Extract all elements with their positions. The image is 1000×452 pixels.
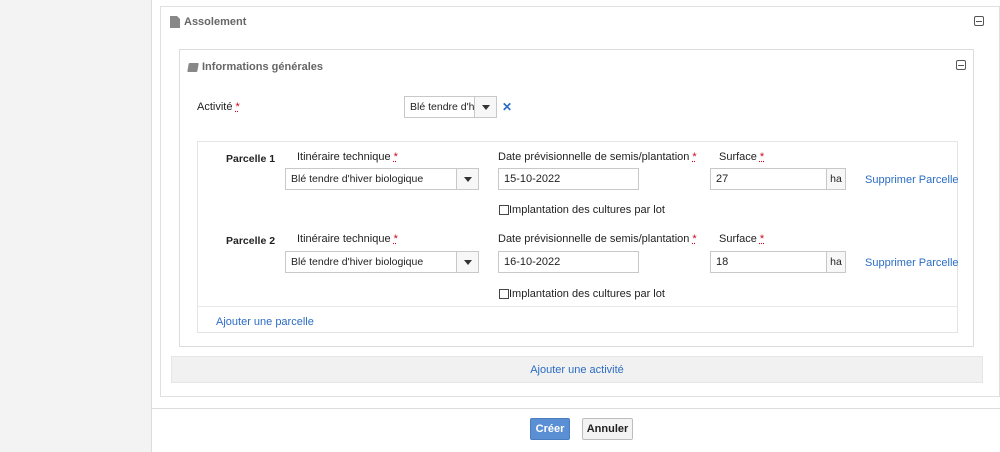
clear-activity-icon[interactable]: ✕: [502, 100, 512, 114]
parcel-1-surface-input[interactable]: 27: [710, 168, 827, 190]
parcel-1-lot-checkbox[interactable]: [499, 205, 509, 215]
parcel-1-date-label-wrap: Date prévisionnelle de semis/plantation *: [498, 151, 697, 163]
parcel-1-itinerary-arrow[interactable]: [456, 169, 478, 189]
parcel-1-date-input[interactable]: 15-10-2022: [498, 168, 639, 190]
parcel-1-surface-label-wrap: Surface *: [719, 151, 764, 163]
parcel-2-surface-label-wrap: Surface *: [719, 233, 764, 245]
parcel-2-itinerary-value: Blé tendre d'hiver biologique: [291, 256, 424, 268]
parcel-2-date-input[interactable]: 16-10-2022: [498, 251, 639, 273]
parcel-2-date-label: Date prévisionnelle de semis/plantation: [498, 233, 690, 245]
required-marker: *: [692, 233, 697, 245]
document-icon: [170, 16, 180, 28]
parcel-1-date-label: Date prévisionnelle de semis/plantation: [498, 151, 690, 163]
parcel-2-itinerary-label: Itinéraire technique: [297, 233, 391, 245]
parcel-1-unit: ha: [827, 168, 846, 190]
assolement-title: Assolement: [184, 16, 247, 28]
parcel-2-delete-link[interactable]: Supprimer Parcelle: [865, 257, 959, 269]
parcel-2-date-label-wrap: Date prévisionnelle de semis/plantation *: [498, 233, 697, 245]
book-icon: [187, 62, 199, 72]
parcel-1-lot-label: Implantation des cultures par lot: [509, 204, 665, 216]
activity-label: Activité: [197, 101, 233, 113]
parcel-2-title: Parcelle 2: [226, 235, 276, 247]
activity-dropdown-arrow[interactable]: [474, 97, 496, 117]
required-marker: *: [692, 151, 697, 163]
parcel-2-surface-label: Surface: [719, 233, 757, 245]
footer-divider: [152, 408, 1000, 409]
parcel-2-itinerary-arrow[interactable]: [456, 252, 478, 272]
left-gutter: [0, 0, 152, 452]
parcel-1-lot-option: Implantation des cultures par lot: [499, 204, 665, 216]
parcel-1-itinerary-value: Blé tendre d'hiver biologique: [291, 173, 424, 185]
parcel-1-itinerary-label-wrap: Itinéraire technique *: [297, 151, 398, 163]
info-header: Informations générales: [187, 61, 324, 73]
chevron-down-icon: [463, 176, 472, 182]
parcel-2-lot-checkbox[interactable]: [499, 289, 509, 299]
required-marker: *: [235, 101, 240, 113]
parcel-1-itinerary-select[interactable]: Blé tendre d'hiver biologique: [285, 168, 479, 190]
parcel-1-delete-link[interactable]: Supprimer Parcelle: [865, 174, 959, 186]
required-marker: *: [393, 151, 398, 163]
add-activity-link[interactable]: Ajouter une activité: [530, 364, 624, 376]
section-top-border: [160, 6, 1000, 7]
parcel-1-surface-label: Surface: [719, 151, 757, 163]
required-marker: *: [393, 233, 398, 245]
required-marker: *: [759, 151, 765, 163]
parcel-2-unit: ha: [827, 251, 846, 273]
parcel-2-lot-option: Implantation des cultures par lot: [499, 288, 665, 300]
parcel-1-itinerary-label: Itinéraire technique: [297, 151, 391, 163]
parcel-1-title: Parcelle 1: [226, 153, 276, 165]
required-marker: *: [759, 233, 765, 245]
parcel-2-lot-label: Implantation des cultures par lot: [509, 288, 665, 300]
add-parcel-link[interactable]: Ajouter une parcelle: [216, 316, 314, 328]
activity-select[interactable]: Blé tendre d'hiv: [404, 96, 497, 118]
chevron-down-icon: [481, 104, 490, 110]
activity-value: Blé tendre d'hiv: [410, 101, 483, 113]
create-button[interactable]: Créer: [530, 418, 570, 440]
assolement-header: Assolement: [170, 16, 246, 28]
parcel-2-itinerary-select[interactable]: Blé tendre d'hiver biologique: [285, 251, 479, 273]
add-activity-bar[interactable]: Ajouter une activité: [171, 356, 983, 383]
cancel-button[interactable]: Annuler: [582, 418, 633, 440]
collapse-info-icon[interactable]: [956, 60, 966, 70]
parcel-2-surface-input[interactable]: 18: [710, 251, 827, 273]
parcel-divider: [198, 306, 957, 307]
collapse-assolement-icon[interactable]: [974, 16, 984, 26]
parcel-2-itinerary-label-wrap: Itinéraire technique *: [297, 233, 398, 245]
chevron-down-icon: [463, 259, 472, 265]
activity-label-wrap: Activité *: [197, 101, 240, 113]
info-title: Informations générales: [202, 61, 324, 73]
